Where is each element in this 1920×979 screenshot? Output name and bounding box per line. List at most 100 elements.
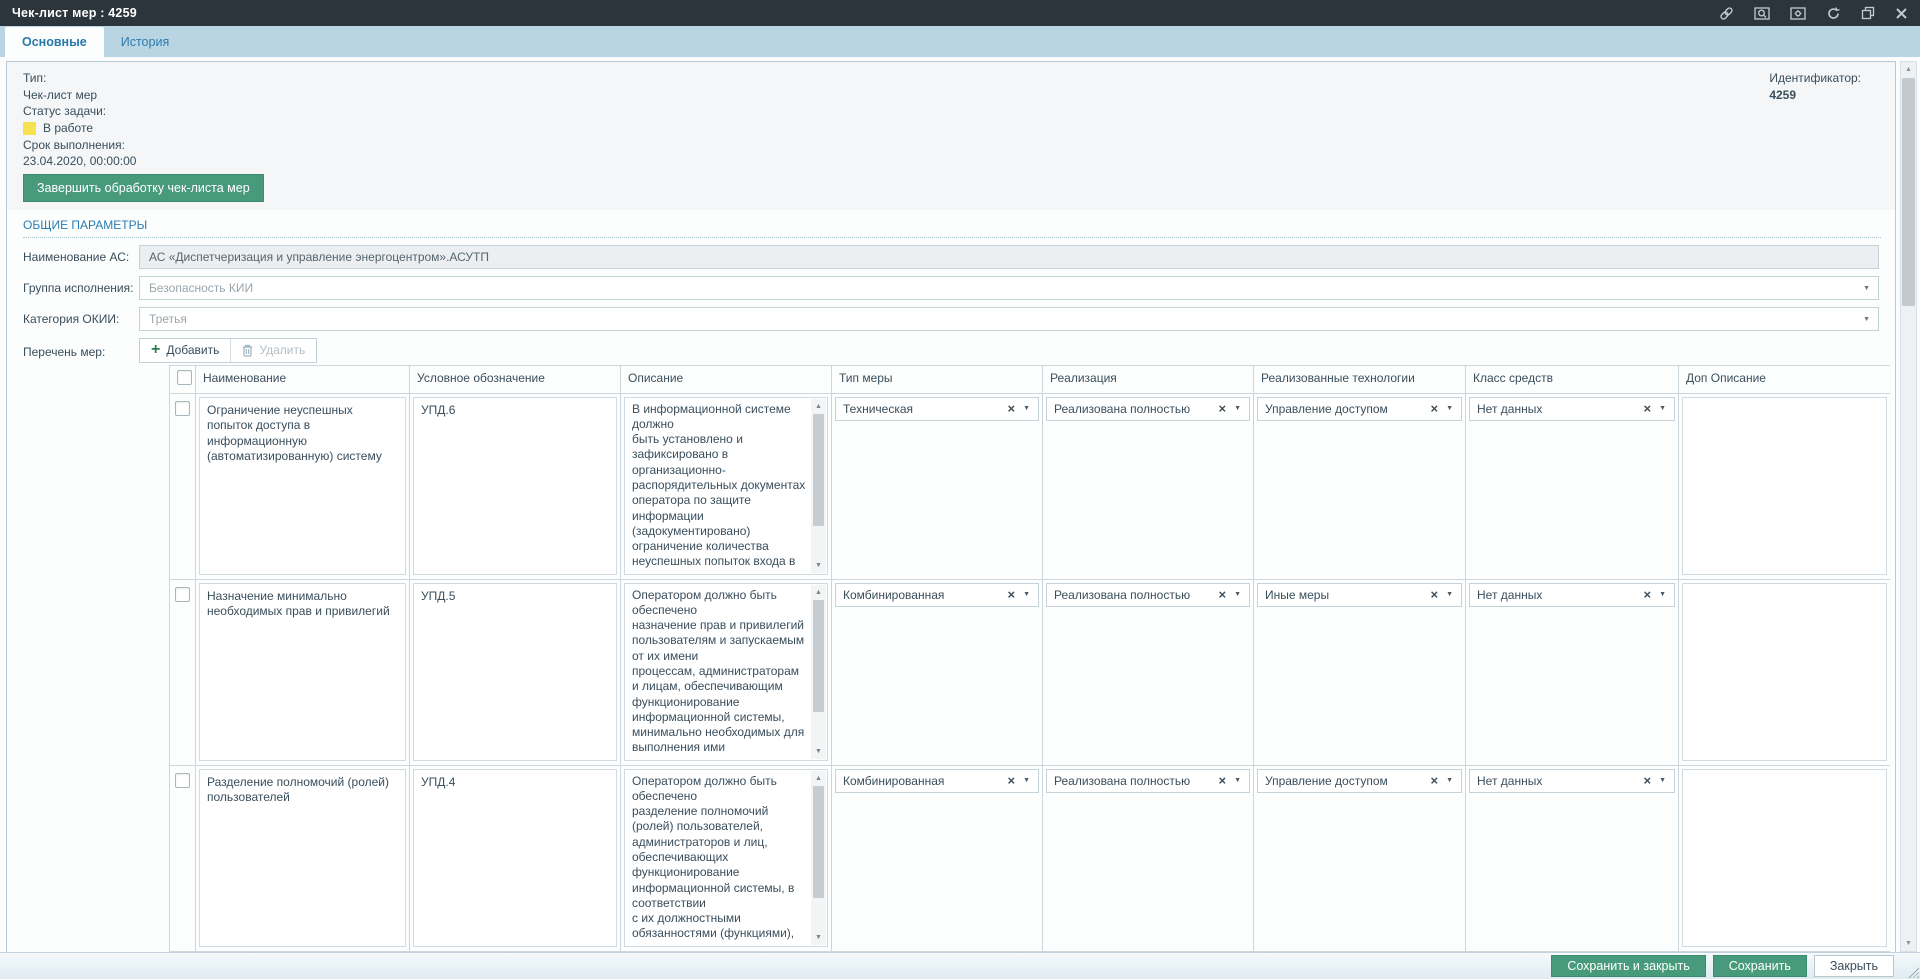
clear-icon[interactable]: × bbox=[1425, 401, 1443, 416]
scroll-thumb[interactable] bbox=[813, 785, 824, 898]
save-and-close-button[interactable]: Сохранить и закрыть bbox=[1551, 955, 1706, 977]
tool-class-combo[interactable]: Нет данных × ▼ bbox=[1469, 396, 1675, 421]
close-button[interactable]: Закрыть bbox=[1813, 955, 1894, 977]
caret-down-icon[interactable]: ▼ bbox=[1020, 405, 1038, 412]
description-scrollbar[interactable]: ▲ ▼ bbox=[811, 398, 826, 573]
finish-checklist-button[interactable]: Завершить обработку чек-листа мер bbox=[23, 173, 264, 202]
tab-history[interactable]: История bbox=[104, 27, 186, 57]
clear-icon[interactable]: × bbox=[1002, 773, 1020, 788]
measure-type-combo[interactable]: Техническая × ▼ bbox=[835, 396, 1039, 421]
measure-type-combo[interactable]: Комбинированная × ▼ bbox=[835, 582, 1039, 607]
link-icon[interactable] bbox=[1719, 6, 1734, 21]
description-scrollbar[interactable]: ▲ ▼ bbox=[811, 584, 826, 759]
technologies-combo[interactable]: Иные меры × ▼ bbox=[1257, 582, 1462, 607]
clear-icon[interactable]: × bbox=[1213, 401, 1231, 416]
status-label: Статус задачи: bbox=[23, 104, 107, 118]
caret-down-icon[interactable]: ▼ bbox=[1020, 591, 1038, 598]
clear-icon[interactable]: × bbox=[1638, 773, 1656, 788]
scroll-up-icon[interactable]: ▲ bbox=[811, 400, 826, 413]
scroll-down-icon[interactable]: ▼ bbox=[811, 931, 826, 944]
resize-grip[interactable] bbox=[1908, 967, 1919, 978]
realization-combo[interactable]: Реализована полностью × ▼ bbox=[1046, 768, 1250, 793]
identifier-block: Идентификатор: 4259 bbox=[1769, 70, 1861, 103]
measure-name: Разделение полномочий (ролей) пользовате… bbox=[199, 768, 406, 947]
measure-description-field[interactable]: Оператором должно быть обеспечено раздел… bbox=[624, 768, 828, 947]
add-measure-button[interactable]: + Добавить bbox=[140, 339, 230, 362]
clear-icon[interactable]: × bbox=[1425, 773, 1443, 788]
scrollbar-thumb[interactable] bbox=[1902, 78, 1915, 306]
description-scrollbar[interactable]: ▲ ▼ bbox=[811, 770, 826, 945]
col-header-extra-description: Доп Описание bbox=[1678, 364, 1890, 394]
scrollbar-down-icon[interactable]: ▼ bbox=[1901, 936, 1916, 951]
measure-designation-field[interactable]: УПД.5 bbox=[413, 582, 617, 761]
footer-bar: Сохранить и закрыть Сохранить Закрыть bbox=[0, 952, 1920, 979]
measure-name: Назначение минимально необходимых прав и… bbox=[199, 582, 406, 761]
measure-name: Ограничение неуспешных попыток доступа в… bbox=[199, 396, 406, 575]
clear-icon[interactable]: × bbox=[1002, 587, 1020, 602]
caret-down-icon[interactable]: ▼ bbox=[1443, 591, 1461, 598]
measure-designation-field[interactable]: УПД.4 bbox=[413, 768, 617, 947]
tab-bar: Основные История bbox=[0, 26, 1920, 57]
scroll-down-icon[interactable]: ▼ bbox=[811, 559, 826, 572]
caret-down-icon[interactable]: ▼ bbox=[1231, 777, 1249, 784]
caret-down-icon[interactable]: ▼ bbox=[1231, 405, 1249, 412]
restore-icon[interactable] bbox=[1861, 6, 1875, 20]
caret-down-icon[interactable]: ▼ bbox=[1443, 777, 1461, 784]
close-icon[interactable] bbox=[1895, 7, 1908, 20]
technologies-combo[interactable]: Управление доступом × ▼ bbox=[1257, 768, 1462, 793]
extra-description-field[interactable] bbox=[1682, 582, 1887, 761]
scroll-up-icon[interactable]: ▲ bbox=[811, 772, 826, 785]
realization-combo[interactable]: Реализована полностью × ▼ bbox=[1046, 582, 1250, 607]
status-line: В работе bbox=[23, 120, 1881, 137]
clear-icon[interactable]: × bbox=[1638, 587, 1656, 602]
task-info-block: Тип: Чек-лист мер Статус задачи: В работ… bbox=[7, 62, 1895, 210]
scroll-thumb[interactable] bbox=[813, 599, 824, 712]
page-scrollbar[interactable]: ▲ ▼ bbox=[1900, 61, 1917, 952]
clear-icon[interactable]: × bbox=[1213, 587, 1231, 602]
caret-down-icon[interactable]: ▼ bbox=[1656, 777, 1674, 784]
title-bar-icons bbox=[1719, 6, 1908, 21]
delete-measure-button[interactable]: Удалить bbox=[230, 338, 316, 362]
identifier-label: Идентификатор: bbox=[1769, 71, 1861, 85]
measure-description-field[interactable]: В информационной системе должно быть уст… bbox=[624, 396, 828, 575]
measure-designation-field[interactable]: УПД.6 bbox=[413, 396, 617, 575]
caret-down-icon[interactable]: ▼ bbox=[1656, 405, 1674, 412]
exec-group-field[interactable] bbox=[139, 275, 1879, 300]
measure-description-field[interactable]: Оператором должно быть обеспечено назнач… bbox=[624, 582, 828, 761]
extra-description-field[interactable] bbox=[1682, 396, 1887, 575]
caret-down-icon[interactable]: ▼ bbox=[1020, 777, 1038, 784]
as-name-field[interactable] bbox=[139, 244, 1879, 269]
extra-description-field[interactable] bbox=[1682, 768, 1887, 947]
col-header-measure-type: Тип меры bbox=[831, 364, 1043, 394]
technologies-combo[interactable]: Управление доступом × ▼ bbox=[1257, 396, 1462, 421]
realization-combo[interactable]: Реализована полностью × ▼ bbox=[1046, 396, 1250, 421]
clear-icon[interactable]: × bbox=[1638, 401, 1656, 416]
scroll-up-icon[interactable]: ▲ bbox=[811, 586, 826, 599]
clear-icon[interactable]: × bbox=[1002, 401, 1020, 416]
caret-down-icon[interactable]: ▼ bbox=[1231, 591, 1249, 598]
row-checkbox[interactable] bbox=[175, 772, 190, 788]
caret-down-icon[interactable]: ▼ bbox=[1443, 405, 1461, 412]
clear-icon[interactable]: × bbox=[1213, 773, 1231, 788]
clear-icon[interactable]: × bbox=[1425, 587, 1443, 602]
row-checkbox[interactable] bbox=[175, 586, 190, 602]
caret-down-icon[interactable]: ▼ bbox=[1656, 591, 1674, 598]
select-all-checkbox[interactable] bbox=[177, 369, 192, 385]
scrollbar-up-icon[interactable]: ▲ bbox=[1901, 62, 1916, 77]
row-checkbox[interactable] bbox=[175, 400, 190, 416]
refresh-icon[interactable] bbox=[1826, 6, 1841, 21]
tab-main[interactable]: Основные bbox=[5, 27, 104, 57]
plus-icon: + bbox=[151, 341, 161, 358]
form-row-okii-category: Категория ОКИИ: ▼ bbox=[23, 306, 1879, 331]
scroll-down-icon[interactable]: ▼ bbox=[811, 745, 826, 758]
save-button[interactable]: Сохранить bbox=[1712, 955, 1807, 977]
scroll-thumb[interactable] bbox=[813, 413, 824, 526]
tool-class-combo[interactable]: Нет данных × ▼ bbox=[1469, 768, 1675, 793]
measure-type-combo[interactable]: Комбинированная × ▼ bbox=[835, 768, 1039, 793]
main-panel: Тип: Чек-лист мер Статус задачи: В работ… bbox=[6, 61, 1896, 952]
tool-class-combo[interactable]: Нет данных × ▼ bbox=[1469, 582, 1675, 607]
settings-window-icon[interactable] bbox=[1790, 6, 1806, 21]
preview-search-icon[interactable] bbox=[1754, 6, 1770, 21]
delete-measure-label: Удалить bbox=[259, 343, 306, 357]
okii-category-field[interactable] bbox=[139, 306, 1879, 331]
